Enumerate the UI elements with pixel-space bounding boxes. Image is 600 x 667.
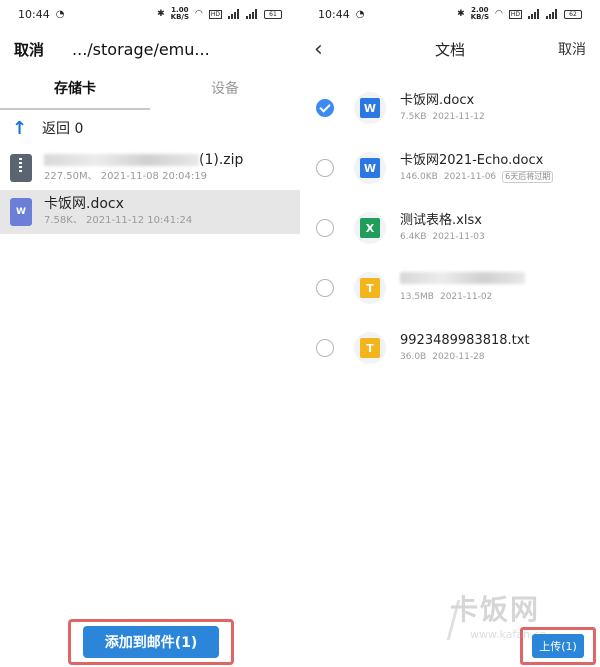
add-button-highlight: 添加到邮件(1) <box>68 619 234 665</box>
text-file-icon: T <box>360 338 380 358</box>
watermark-brand: 卡饭网 <box>450 593 541 626</box>
file-meta: 227.50M、 2021-11-08 20:04:19 <box>44 171 208 182</box>
document-size: 36.0B <box>400 352 427 362</box>
checkbox[interactable] <box>316 219 334 237</box>
document-size: 7.5KB <box>400 112 427 122</box>
upload-button-highlight: 上传(1) <box>520 627 596 665</box>
blurred-filename <box>400 272 525 284</box>
network-speed: 2.00 KB/S <box>470 6 489 21</box>
tab-indicator <box>0 108 150 110</box>
battery-icon: 61 <box>264 9 282 19</box>
page-title: 文档 <box>434 40 465 59</box>
zip-file-icon <box>10 154 32 182</box>
bluetooth-icon: ✱ <box>457 9 465 19</box>
bluetooth-icon: ✱ <box>157 9 165 19</box>
cancel-button[interactable]: 取消 <box>14 39 44 60</box>
checkbox[interactable] <box>316 339 334 357</box>
signal-icon-2 <box>246 9 258 19</box>
word-icon: W <box>360 98 380 118</box>
document-name: 9923489983818.txt <box>400 333 530 348</box>
right-panel: 10:44 ◔ ✱ 2.00 KB/S ◠ HD 62 ‹ 文档 取消 W 卡饭网… <box>300 0 600 667</box>
status-icons: ✱ 2.00 KB/S ◠ HD 62 <box>457 7 582 21</box>
notification-icon: ◔ <box>355 8 365 20</box>
tab-storage-card[interactable]: 存储卡 <box>0 70 150 110</box>
network-speed: 1.00 KB/S <box>170 6 189 21</box>
document-row[interactable]: W 卡饭网2021-Echo.docx 146.0KB 2021-11-06 6天后… <box>300 138 600 198</box>
document-size: 6.4KB <box>400 232 427 242</box>
word-file-icon: W <box>10 198 32 226</box>
battery-icon: 62 <box>564 9 582 19</box>
wifi-icon: ◠ <box>195 9 203 19</box>
back-label: 返回 0 <box>42 121 84 137</box>
checkbox[interactable] <box>316 279 334 297</box>
file-row-zip[interactable]: (1).zip 227.50M、 2021-11-08 20:04:19 <box>0 146 300 190</box>
document-row[interactable]: T 13.5MB 2021-11-02 <box>300 258 600 318</box>
document-date: 2021-11-12 <box>432 112 485 122</box>
document-name: 卡饭网2021-Echo.docx <box>400 153 544 168</box>
status-bar: 10:44 ◔ ✱ 2.00 KB/S ◠ HD 62 <box>300 0 600 28</box>
notification-icon: ◔ <box>55 8 65 20</box>
back-chevron-icon[interactable]: ‹ <box>314 37 334 62</box>
expiry-badge: 6天后将过期 <box>502 171 554 183</box>
document-name: 卡饭网.docx <box>400 93 475 108</box>
hd-icon: HD <box>208 9 222 19</box>
document-date: 2021-11-06 <box>443 172 497 182</box>
document-date: 2021-11-03 <box>432 232 485 242</box>
document-date: 2021-11-02 <box>439 292 493 302</box>
excel-icon: X <box>360 218 380 238</box>
documents-header: ‹ 文档 取消 <box>300 28 600 70</box>
status-bar: 10:44 ◔ ✱ 1.00 KB/S ◠ HD 61 <box>0 0 300 28</box>
text-file-icon: T <box>360 278 380 298</box>
file-name: 卡饭网.docx <box>44 196 124 212</box>
signal-icon <box>528 9 540 19</box>
signal-icon-2 <box>546 9 558 19</box>
back-row[interactable]: ↑ 返回 0 <box>0 110 300 146</box>
file-meta: 7.58K、 2021-11-12 10:41:24 <box>44 215 193 226</box>
storage-tabs: 存储卡 设备 <box>0 70 300 110</box>
status-time: 10:44 <box>318 7 350 21</box>
signal-icon <box>228 9 240 19</box>
document-size: 13.5MB <box>400 292 434 302</box>
document-row[interactable]: T 9923489983818.txt 36.0B 2020-11-28 <box>300 318 600 378</box>
arrow-up-icon: ↑ <box>12 117 28 139</box>
wifi-icon: ◠ <box>495 9 503 19</box>
status-time: 10:44 <box>18 7 50 21</box>
upload-button[interactable]: 上传(1) <box>532 634 584 658</box>
blurred-filename <box>44 154 199 166</box>
file-row-docx[interactable]: W 卡饭网.docx 7.58K、 2021-11-12 10:41:24 <box>0 190 300 234</box>
hd-icon: HD <box>508 9 522 19</box>
status-icons: ✱ 1.00 KB/S ◠ HD 61 <box>157 7 282 21</box>
document-size: 146.0KB <box>400 172 438 182</box>
tab-device[interactable]: 设备 <box>150 70 300 110</box>
document-date: 2020-11-28 <box>432 352 485 362</box>
file-name: (1).zip <box>44 151 243 169</box>
current-path: .../storage/emu... <box>72 39 210 59</box>
picker-header: 取消 .../storage/emu... <box>0 28 300 70</box>
document-name: 测试表格.xlsx <box>400 213 482 228</box>
cancel-button[interactable]: 取消 <box>558 39 586 59</box>
checkbox-checked[interactable] <box>316 99 334 117</box>
checkbox[interactable] <box>316 159 334 177</box>
document-row[interactable]: W 卡饭网.docx 7.5KB 2021-11-12 <box>300 78 600 138</box>
add-to-mail-button[interactable]: 添加到邮件(1) <box>83 626 219 658</box>
left-panel: 10:44 ◔ ✱ 1.00 KB/S ◠ HD 61 取消 .../storag… <box>0 0 300 667</box>
document-name <box>400 272 525 290</box>
document-row[interactable]: X 测试表格.xlsx 6.4KB 2021-11-03 <box>300 198 600 258</box>
word-icon: W <box>360 158 380 178</box>
